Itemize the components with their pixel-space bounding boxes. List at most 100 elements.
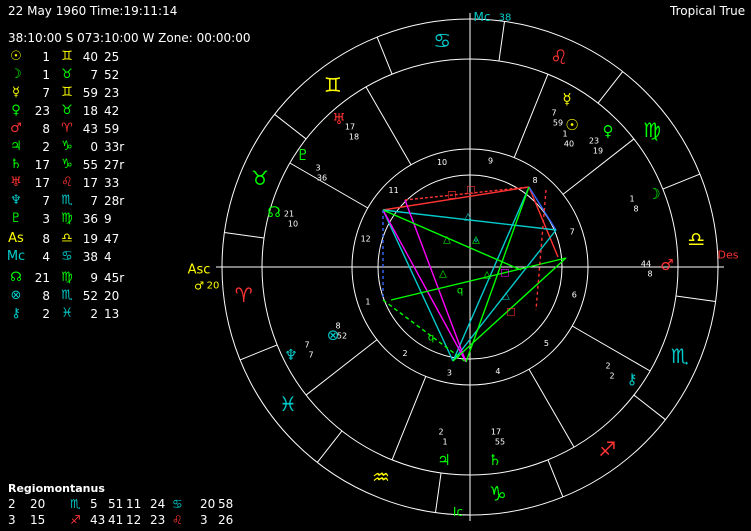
planet-degree-label: 44 xyxy=(641,260,651,269)
sign-boundary-tick xyxy=(633,394,666,421)
house-cusp-line xyxy=(305,339,378,396)
house-cusp-line xyxy=(289,162,369,209)
planet-degree-label: 2 xyxy=(438,428,443,437)
planet-degree-label: 7 xyxy=(551,109,556,118)
house-cusp-line xyxy=(528,368,575,448)
aspect-glyph: q xyxy=(457,286,463,297)
planet-minute-label: 8 xyxy=(647,270,652,279)
sign-boundary-tick xyxy=(274,113,307,140)
house-number: 12 xyxy=(361,235,371,244)
zodiac-sign-icon: ♒ xyxy=(372,465,390,489)
aspect-glyph: △ xyxy=(464,212,472,223)
house-number: 6 xyxy=(572,290,577,299)
asc-label: Asc xyxy=(188,263,211,278)
planet-minute-label: 18 xyxy=(349,133,359,142)
astro-chart-window: { "header": { "datetime": "22 May 1960 T… xyxy=(0,0,751,531)
ic-label: Ic xyxy=(453,505,463,519)
node-icon: ☊ xyxy=(267,203,280,221)
aspect-line xyxy=(528,186,557,231)
house-number: 1 xyxy=(365,298,370,307)
house-cusp-line xyxy=(571,325,651,372)
sign-boundary-tick xyxy=(547,459,564,498)
neptune-icon: ♆ xyxy=(284,346,297,364)
planet-degree-label: 1 xyxy=(562,130,567,139)
house-number: 11 xyxy=(389,186,399,195)
sign-boundary-tick xyxy=(597,71,624,104)
zodiac-sign-icon: ♐ xyxy=(598,437,616,461)
house-number: 9 xyxy=(488,156,493,165)
planet-minute-label: 40 xyxy=(564,140,574,149)
planet-minute-label: 52 xyxy=(337,332,347,341)
planet-minute-label: 8 xyxy=(633,205,638,214)
planet-minute-label: 59 xyxy=(553,119,563,128)
des-label: Des xyxy=(718,249,739,262)
zodiac-sign-icon: ♓ xyxy=(279,392,297,416)
sign-boundary-tick xyxy=(239,344,278,361)
zodiac-sign-icon: ♑ xyxy=(489,481,507,505)
zodiac-sign-icon: ♋ xyxy=(433,29,451,53)
planet-minute-label: 7 xyxy=(308,351,313,360)
moon-icon: ☽ xyxy=(647,185,660,203)
aspect-glyph: △ xyxy=(502,291,510,302)
planet-degree-label: 17 xyxy=(345,123,355,132)
sign-boundary-tick xyxy=(224,231,265,239)
planet-minute-label: 19 xyxy=(593,147,603,156)
aspect-glyph: △ xyxy=(483,270,491,281)
aspect-glyph: ᵩ xyxy=(474,234,478,245)
planet-minute-label: 1 xyxy=(442,438,447,447)
house-number: 8 xyxy=(532,176,537,185)
planet-minute-label: 55 xyxy=(495,438,505,447)
aspect-line xyxy=(382,209,467,363)
sign-boundary-tick xyxy=(316,430,343,463)
aspect-glyph: □ xyxy=(447,190,456,201)
asc-value: 20 xyxy=(207,281,220,292)
aspect-glyph: q xyxy=(428,333,434,344)
aspect-line xyxy=(382,209,522,271)
saturn-icon: ♄ xyxy=(488,451,501,469)
mc-value: 38 xyxy=(499,13,512,24)
chiron-icon: ⚷ xyxy=(627,370,638,388)
zodiac-sign-icon: ♉ xyxy=(251,166,269,190)
jupiter-icon: ♃ xyxy=(437,451,450,469)
mc-label: Mc xyxy=(474,10,491,24)
planet-degree-label: 8 xyxy=(335,322,340,331)
sign-boundary-tick xyxy=(498,21,506,62)
zodiac-sign-icon: ♏ xyxy=(671,344,689,368)
aspect-glyph: △ xyxy=(439,269,447,280)
pluto-icon: ♇ xyxy=(296,146,309,164)
zodiac-sign-icon: ♍ xyxy=(643,118,661,142)
zodiac-sign-icon: ♊ xyxy=(324,73,342,97)
planet-degree-label: 1 xyxy=(629,195,634,204)
zodiac-sign-icon: ♈ xyxy=(235,283,253,307)
planet-degree-label: 23 xyxy=(589,137,599,146)
house-number: 2 xyxy=(402,349,407,358)
aspect-line xyxy=(382,299,467,363)
planet-degree-label: 21 xyxy=(284,210,294,219)
planet-minute-label: 10 xyxy=(288,220,298,229)
sign-boundary-tick xyxy=(675,295,716,303)
planet-minute-label: 2 xyxy=(609,372,614,381)
mars-icon: ♂ xyxy=(660,256,673,274)
planet-degree-label: 17 xyxy=(491,428,501,437)
aspect-glyph: □ xyxy=(500,268,509,279)
planet-degree-label: 7 xyxy=(304,341,309,350)
house-number: 7 xyxy=(570,227,575,236)
mercury-icon: ☿ xyxy=(562,90,571,108)
house-number: 5 xyxy=(544,339,549,348)
house-cusp-line xyxy=(391,376,427,461)
aspect-glyph: □ xyxy=(506,307,515,318)
asc-ruler-icon: ♂ xyxy=(194,280,204,293)
zodiac-sign-icon: ♌ xyxy=(550,45,568,69)
sign-boundary-tick xyxy=(376,36,393,75)
house-cusp-line xyxy=(365,86,412,166)
sign-boundary-tick xyxy=(662,173,701,190)
zodiac-sign-icon: ♎ xyxy=(687,227,705,251)
planet-degree-label: 3 xyxy=(315,164,320,173)
uranus-icon: ♅ xyxy=(332,110,345,128)
aspect-glyph: △ xyxy=(443,235,451,246)
venus-icon: ♀ xyxy=(603,122,614,140)
chart-wheel: ♋♊♉♈♓♒♑♐♏♎♍♌ 123 456789101112 □ □□△△ △△ △△□q… xyxy=(188,10,739,521)
house-number: 10 xyxy=(437,158,447,167)
sign-boundary-tick xyxy=(434,472,442,513)
aspect-glyph: □ xyxy=(466,185,475,196)
